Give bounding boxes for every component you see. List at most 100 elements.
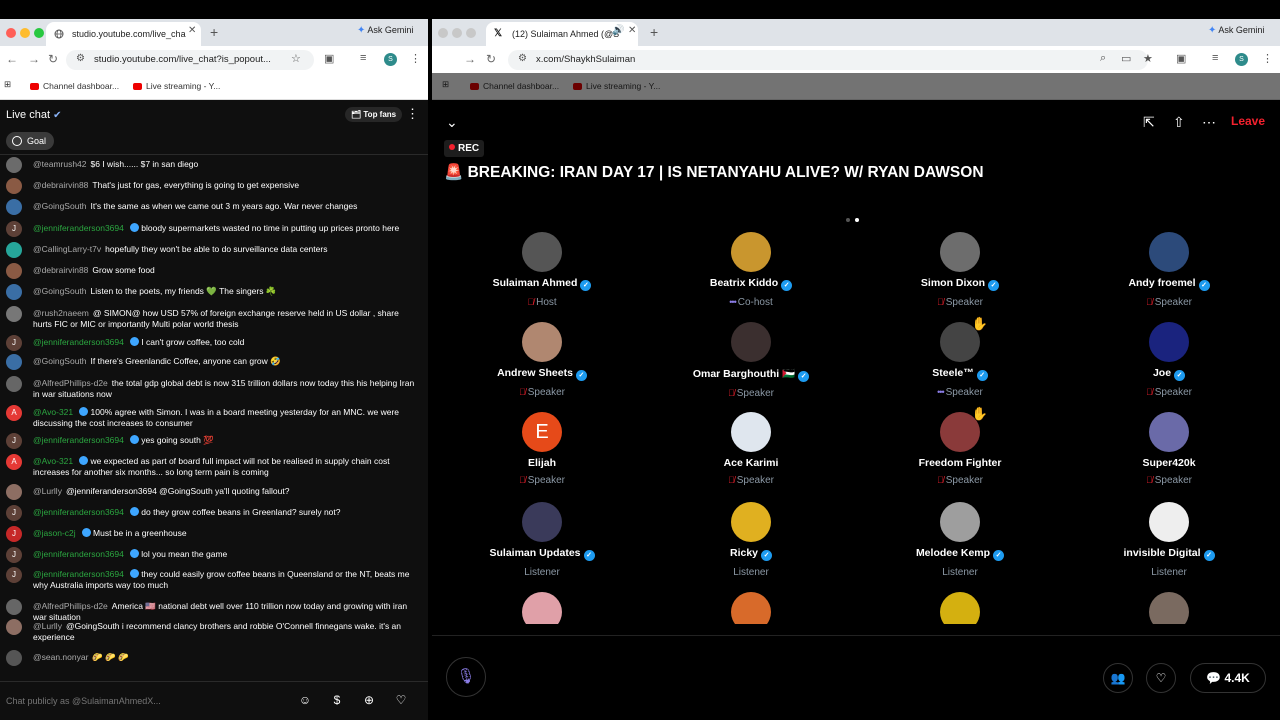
participant[interactable]: invisible Digital ✓ Listener [1079,502,1259,578]
participant[interactable]: Ricky ✓ Listener [661,502,841,578]
chat-username[interactable]: @sean.nonyar [33,652,88,662]
chat-username[interactable]: @jenniferanderson3694 [33,337,124,347]
avatar[interactable] [6,599,22,615]
chat-message-list[interactable]: @teamrush42 $6 I wish...... $7 in san die… [0,155,428,681]
participant[interactable]: Andy froemel ✓ 🎙̸ Speaker [1079,232,1259,308]
ask-gemini-button[interactable]: ✦ Ask Gemini [357,25,413,36]
avatar[interactable]: J [6,567,22,583]
avatar[interactable]: A [6,454,22,470]
avatar[interactable]: J [6,221,22,237]
tab-search-icon[interactable]: ▣ [324,52,334,65]
install-app-icon[interactable]: ▭ [1121,52,1131,65]
chat-username[interactable]: @rush2naeem [33,308,89,318]
chat-username[interactable]: @jason-c2j [33,528,76,538]
address-bar[interactable]: ⚙ x.com/ShaykhSulaiman [508,50,1148,70]
participant-avatar-partial[interactable] [522,592,562,624]
chat-username[interactable]: @GoingSouth [33,356,87,366]
microphone-button[interactable]: 🎙 [446,657,486,697]
back-icon[interactable]: ← [6,52,18,66]
forward-icon[interactable]: → [28,52,40,66]
ask-gemini-button[interactable]: ✦ Ask Gemini [1208,25,1264,36]
share-icon[interactable]: ⇧ [1173,114,1185,131]
chat-username[interactable]: @jenniferanderson3694 [33,507,124,517]
top-fans-button[interactable]: 🗂 Top fans [345,107,403,122]
super-chat-icon[interactable]: $ [329,692,345,708]
participant-avatar-partial[interactable] [1149,592,1189,624]
participant-avatar[interactable] [1149,322,1189,362]
participant-avatar[interactable] [1149,502,1189,542]
close-tab-icon[interactable]: ✕ [188,25,196,36]
participant[interactable]: Joe ✓ 🎙̸ Speaker [1079,322,1259,398]
participant[interactable]: Sulaiman Ahmed ✓ 🎙̸ Host [452,232,632,308]
participant-avatar[interactable] [1149,412,1189,452]
heart-icon[interactable]: ♡ [393,692,409,708]
participant[interactable]: Ace Karimi 🎙̸ Speaker [661,412,841,486]
avatar[interactable]: J [6,526,22,542]
chat-username[interactable]: @jenniferanderson3694 [33,223,124,233]
bookmark-star-icon[interactable]: ★ [1143,52,1153,65]
chat-username[interactable]: @jenniferanderson3694 [33,549,124,559]
participant-avatar[interactable] [731,412,771,452]
avatar[interactable] [6,354,22,370]
maximize-window-icon[interactable] [466,28,476,38]
bookmark-live-streaming[interactable]: Live streaming - Y... [133,81,220,91]
participant-avatar[interactable] [522,322,562,362]
minimize-window-icon[interactable] [20,28,30,38]
chat-input[interactable] [6,691,286,711]
tab-search-icon[interactable]: ▣ [1176,52,1186,65]
chat-username[interactable]: @Avo-321 [33,407,73,417]
reload-icon[interactable]: ↻ [48,52,58,66]
emoji-icon[interactable]: ☺ [297,692,313,708]
profile-avatar[interactable]: S [384,53,397,66]
participant[interactable]: Sulaiman Updates ✓ Listener [452,502,632,578]
extensions-icon[interactable]: ≡ [1212,52,1218,64]
participant-avatar[interactable]: E [522,412,562,452]
chat-username[interactable]: @GoingSouth [33,201,87,211]
chat-username[interactable]: @Lurlly [33,621,62,631]
participant[interactable]: Beatrix Kiddo ✓ ••• Co-host [661,232,841,308]
add-icon[interactable]: ⊕ [361,692,377,708]
close-window-icon[interactable] [6,28,16,38]
chat-menu-icon[interactable]: ⋮ [406,106,419,122]
avatar[interactable] [6,263,22,279]
browser-menu-icon[interactable]: ⋮ [410,52,421,65]
dock-icon[interactable]: ⇱ [1143,114,1155,131]
participant-avatar[interactable] [731,232,771,272]
chat-username[interactable]: @teamrush42 [33,159,87,169]
close-tab-icon[interactable]: ✕ [628,25,636,36]
bookmark-live-streaming[interactable]: Live streaming - Y... [573,81,660,91]
reload-icon[interactable]: ↻ [486,52,496,66]
chat-username[interactable]: @jenniferanderson3694 [33,435,124,445]
forward-icon[interactable]: → [464,52,476,66]
minimize-window-icon[interactable] [452,28,462,38]
chat-username[interactable]: @CallingLarry-t7v [33,244,101,254]
avatar[interactable]: J [6,505,22,521]
participant-avatar-partial[interactable] [731,592,771,624]
chat-username[interactable]: @Lurlly [33,486,62,496]
new-tab-icon[interactable]: + [210,24,218,40]
participant-avatar[interactable] [522,232,562,272]
bookmark-star-icon[interactable]: ☆ [291,52,301,65]
participant[interactable]: Omar Barghouthi 🇵🇸 ✓ 🎙̸ Speaker [661,322,841,399]
bookmark-channel-dashboard[interactable]: Channel dashboar... [470,81,559,91]
comments-count-button[interactable]: 💬 4.4K [1190,663,1266,693]
extensions-icon[interactable]: ≡ [360,52,366,64]
bookmark-channel-dashboard[interactable]: Channel dashboar... [30,81,119,91]
people-button[interactable]: 👥 [1103,663,1133,693]
apps-grid-icon[interactable]: ⊞ [4,79,11,90]
participant-avatar[interactable] [940,232,980,272]
chat-username[interactable]: @AlfredPhillips-d2e [33,601,108,611]
chat-username[interactable]: @GoingSouth [33,286,87,296]
participant[interactable]: Simon Dixon ✓ 🎙̸ Speaker [870,232,1050,308]
participant[interactable]: E Elijah 🎙̸ Speaker [452,412,632,486]
avatar[interactable] [6,484,22,500]
collapse-chevron-icon[interactable]: ⌄ [446,114,458,131]
site-info-icon[interactable]: ⚙ [76,53,85,64]
chat-username[interactable]: @AlfredPhillips-d2e [33,378,108,388]
page-indicator[interactable] [846,209,864,227]
avatar[interactable]: J [6,547,22,563]
participant[interactable]: ✋ Steele™ ✓ ••• Speaker [870,316,1050,398]
avatar[interactable]: A [6,405,22,421]
audio-playing-icon[interactable]: 🔊 [612,25,624,36]
avatar[interactable]: J [6,433,22,449]
